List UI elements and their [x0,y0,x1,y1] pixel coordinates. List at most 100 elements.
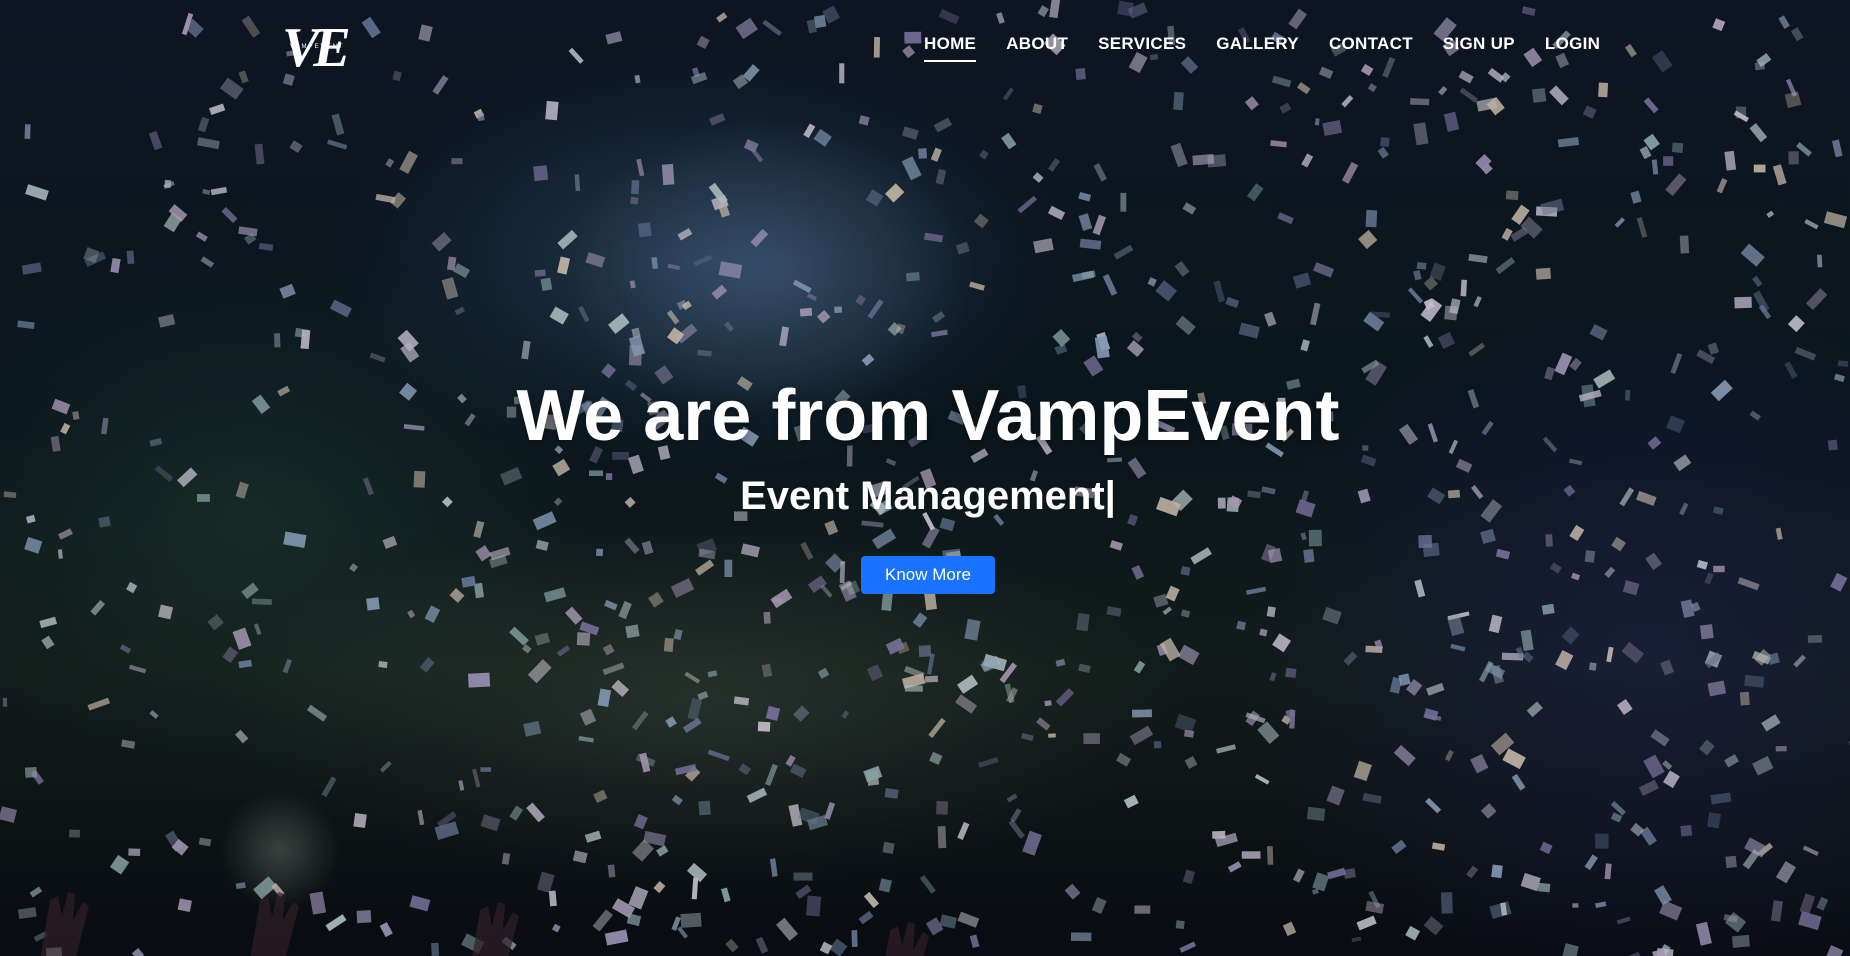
confetti-piece [1175,920,1185,930]
know-more-button[interactable]: Know More [861,556,995,594]
confetti-piece [501,936,517,951]
confetti-piece [1162,606,1172,615]
confetti-piece [901,156,922,181]
confetti-piece [417,809,425,826]
confetti-piece [932,311,946,323]
confetti-piece [776,917,799,941]
confetti-piece [1796,142,1812,157]
confetti-piece [631,839,655,862]
confetti-piece [1539,841,1553,855]
confetti-piece [1561,626,1580,645]
confetti-piece [1793,654,1806,668]
confetti-piece [1129,725,1154,746]
confetti-piece [0,806,17,823]
confetti-piece [1595,901,1607,908]
confetti-piece [1478,660,1494,683]
confetti-piece [793,705,810,722]
confetti-piece [1270,140,1287,148]
confetti-piece [1606,646,1614,663]
main-nav: HOME ABOUT SERVICES GALLERY CONTACT SIGN UP LO… [924,34,1600,62]
nav-item-login: LOGIN [1545,34,1600,62]
vampevent-logo-icon: VE VAMPEVENT [282,18,354,72]
confetti-piece [1413,269,1422,281]
nav-link-contact[interactable]: CONTACT [1329,34,1413,62]
confetti-piece [1665,173,1687,197]
logo[interactable]: VE VAMPEVENT [282,18,380,72]
confetti-piece [935,168,947,185]
confetti-piece [1654,943,1671,956]
confetti-piece [399,150,418,174]
confetti-piece [665,716,677,728]
confetti-piece [1282,921,1297,937]
confetti-piece [1182,202,1197,215]
confetti-piece [851,930,858,947]
confetti-piece [545,100,559,121]
confetti-piece [29,886,43,898]
confetti-piece [557,229,578,250]
nav-link-login[interactable]: LOGIN [1545,34,1600,62]
confetti-piece [1610,812,1623,823]
nav-link-about[interactable]: ABOUT [1006,34,1068,62]
confetti-piece [1153,593,1169,608]
confetti-piece [863,891,880,909]
confetti-piece [579,708,597,726]
confetti-piece [1322,606,1342,625]
confetti-piece [1663,156,1674,166]
confetti-piece [379,760,392,773]
confetti-piece [1010,808,1022,823]
confetti-piece [1055,658,1066,667]
confetti-piece [331,113,345,136]
nav-item-about: ABOUT [1006,34,1068,62]
confetti-piece [982,653,1008,672]
confetti-piece [929,751,943,765]
confetti-piece [221,206,238,224]
confetti-piece [1393,744,1416,767]
confetti-piece [1444,749,1454,762]
confetti-piece [1106,606,1122,617]
confetti-piece [1279,102,1292,114]
nav-link-sign-up[interactable]: SIGN UP [1443,34,1515,62]
confetti-piece [1816,254,1823,268]
confetti-piece [901,673,926,689]
confetti-piece [1091,897,1107,914]
confetti-piece [792,279,812,293]
confetti-piece [1541,603,1555,615]
confetti-piece [592,909,613,932]
confetti-piece [163,180,175,190]
confetti-piece [1823,211,1848,229]
confetti-piece [282,658,293,674]
confetti-piece [1301,153,1314,168]
confetti-piece [1680,599,1695,618]
nav-link-services[interactable]: SERVICES [1098,34,1186,62]
confetti-piece [1159,637,1181,662]
confetti-piece [419,657,435,673]
confetti-piece [1752,755,1774,776]
confetti-piece [604,599,618,611]
nav-link-gallery[interactable]: GALLERY [1216,34,1299,62]
confetti-piece [30,769,44,785]
confetti-piece [633,814,648,830]
confetti-piece [1770,900,1783,922]
confetti-piece [663,637,674,652]
confetti-piece [1784,91,1802,109]
confetti-piece [1805,288,1828,311]
confetti-piece [1102,273,1118,296]
confetti-piece [84,251,107,268]
confetti-piece [163,212,183,233]
nav-link-home[interactable]: HOME [924,34,977,62]
confetti-piece [1739,691,1750,706]
confetti-piece [17,320,35,329]
confetti-piece [882,841,895,855]
confetti-piece [637,222,652,238]
confetti-piece [813,128,832,147]
nav-item-sign-up: SIGN UP [1443,34,1515,62]
confetti-piece [611,679,630,698]
confetti-piece [788,804,803,827]
confetti-piece [1511,204,1530,225]
confetti-piece [597,688,612,708]
confetti-piece [896,641,910,655]
confetti-piece [772,596,784,605]
confetti-piece [1437,331,1456,350]
confetti-piece [1501,227,1513,241]
confetti-piece [1707,680,1727,697]
